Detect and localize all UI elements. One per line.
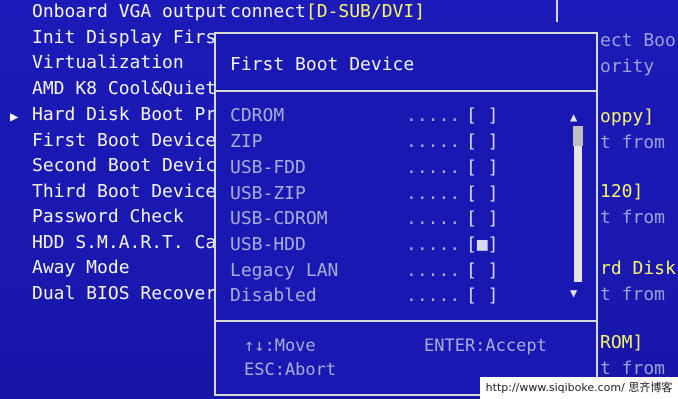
menu-item-third-boot-device[interactable]: Third Boot Device	[32, 182, 216, 202]
option-checkbox[interactable]: [ ]	[466, 209, 499, 229]
vga-output-value[interactable]: connect[D-SUB/DVI]	[230, 2, 425, 22]
scroll-up-icon[interactable]: ▲	[570, 110, 577, 124]
option-checkbox[interactable]: [ ]	[466, 286, 499, 306]
option-zip[interactable]: ZIP	[230, 132, 263, 152]
scrollbar-track[interactable]	[574, 126, 582, 282]
menu-item-password-check[interactable]: Password Check	[32, 207, 184, 227]
vga-value-prefix: connect	[230, 1, 306, 22]
option-dots: .....	[406, 105, 461, 126]
option-dots: .....	[406, 157, 461, 178]
menu-item-virtualization[interactable]: Virtualization	[32, 53, 184, 73]
help-move: ↑↓:Move	[244, 336, 316, 356]
value-fragment: 120]	[600, 181, 644, 202]
option-checkbox[interactable]: [ ]	[466, 261, 499, 281]
option-checkbox-selected[interactable]: [■]	[466, 235, 499, 255]
option-usb-zip[interactable]: USB-ZIP	[230, 184, 306, 204]
menu-item-hard-disk-boot[interactable]: Hard Disk Boot Pr	[32, 105, 216, 125]
help-abort: ESC:Abort	[244, 360, 337, 380]
menu-item-away-mode[interactable]: Away Mode	[32, 258, 130, 278]
option-usb-hdd[interactable]: USB-HDD	[230, 235, 306, 255]
dialog-title: First Boot Device	[230, 54, 415, 75]
option-cdrom[interactable]: CDROM	[230, 106, 284, 126]
scrollbar-thumb[interactable]	[573, 126, 583, 146]
option-usb-fdd[interactable]: USB-FDD	[230, 158, 306, 178]
option-disabled[interactable]: Disabled	[230, 286, 317, 306]
menu-item-first-boot-device[interactable]: First Boot Device	[32, 131, 216, 151]
option-dots: .....	[406, 285, 461, 306]
option-usb-cdrom[interactable]: USB-CDROM	[230, 209, 328, 229]
menu-item-init-display[interactable]: Init Display Firs	[32, 28, 216, 48]
first-boot-device-dialog: First Boot Device CDROM ..... [ ] ZIP ..…	[214, 32, 598, 396]
dialog-title-divider	[216, 90, 596, 92]
option-dots: .....	[406, 131, 461, 152]
watermark-url: http://www.siqiboke.com/ 思齐博客	[480, 377, 678, 399]
menu-item-dual-bios[interactable]: Dual BIOS Recover	[32, 284, 216, 304]
option-checkbox[interactable]: [ ]	[466, 106, 499, 126]
panel-divider	[556, 0, 558, 22]
option-dots: .....	[406, 208, 461, 229]
option-dots: .....	[406, 183, 461, 204]
dialog-help-divider	[216, 320, 596, 322]
option-dots: .....	[406, 234, 461, 255]
option-legacy-lan[interactable]: Legacy LAN	[230, 261, 338, 281]
option-dots: .....	[406, 260, 461, 281]
menu-item-amd-cool-quiet[interactable]: AMD K8 Cool&Quiet	[32, 79, 216, 99]
help-fragment: t from	[600, 207, 666, 228]
option-checkbox[interactable]: [ ]	[466, 132, 499, 152]
help-fragment: ority	[600, 56, 655, 77]
value-fragment: rd Disk	[600, 258, 676, 279]
vga-value-bracket: [D-SUB/DVI]	[305, 1, 426, 22]
menu-item-hdd-smart[interactable]: HDD S.M.A.R.T. Ca	[32, 233, 216, 253]
menu-item-onboard-vga[interactable]: Onboard VGA output	[32, 2, 227, 22]
option-checkbox[interactable]: [ ]	[466, 158, 499, 178]
scroll-down-icon[interactable]: ▼	[570, 286, 577, 300]
bios-screen: ▶ Onboard VGA output Init Display Firs V…	[0, 0, 678, 399]
value-fragment: oppy]	[600, 106, 655, 127]
help-fragment: ect Boo	[600, 30, 676, 51]
help-fragment: t from	[600, 358, 666, 379]
menu-item-second-boot-device[interactable]: Second Boot Devic	[32, 156, 216, 176]
help-accept: ENTER:Accept	[424, 336, 547, 356]
help-fragment: t from	[600, 284, 666, 305]
selection-arrow-icon: ▶	[10, 109, 19, 125]
help-fragment: t from	[600, 132, 666, 153]
value-fragment: ROM]	[600, 332, 644, 353]
option-checkbox[interactable]: [ ]	[466, 184, 499, 204]
